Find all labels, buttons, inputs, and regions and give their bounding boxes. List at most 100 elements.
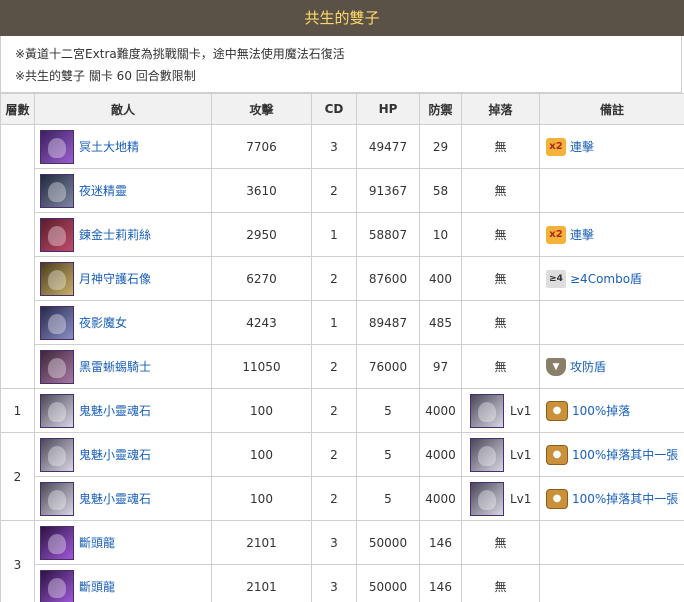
enemy-avatar[interactable]: [40, 481, 74, 516]
col-header-attack: 攻擊: [211, 93, 312, 125]
attack-cell: 11050: [211, 344, 312, 389]
enemy-cell[interactable]: 鬼魅小靈魂石: [34, 476, 212, 521]
enemy-avatar[interactable]: [40, 437, 74, 472]
col-header-floor: 層數: [0, 93, 35, 125]
page-title: 共生的雙子: [0, 0, 684, 36]
enemy-cell[interactable]: 夜影魔女: [34, 300, 212, 345]
defense-cell: 97: [419, 344, 462, 389]
enemy-avatar[interactable]: [40, 305, 74, 340]
cd-cell: 1: [311, 300, 357, 345]
cd-cell: 3: [311, 124, 357, 169]
drop-card-avatar[interactable]: [470, 437, 504, 472]
enemy-name-link[interactable]: 斷頭龍: [79, 534, 115, 551]
note-link[interactable]: 100%掉落: [572, 402, 630, 419]
note-cell[interactable]: ● 100%掉落其中一張: [539, 432, 684, 477]
note-cell[interactable]: ● 100%掉落其中一張: [539, 476, 684, 521]
enemy-name-link[interactable]: 斷頭龍: [79, 578, 115, 595]
table-row: 黑雷蜥蜴騎士 11050 2 76000 97 無 ▼ 攻防盾: [1, 344, 684, 389]
hp-cell: 50000: [356, 564, 420, 602]
drop-cell[interactable]: Lv1: [461, 432, 540, 477]
note-link[interactable]: ≥4Combo盾: [570, 270, 642, 287]
drop-cell[interactable]: Lv1: [461, 476, 540, 521]
col-header-drop: 掉落: [461, 93, 540, 125]
hp-cell: 5: [356, 432, 420, 477]
enemy-avatar[interactable]: [40, 129, 74, 164]
hp-cell: 58807: [356, 212, 420, 257]
defense-cell: 146: [419, 564, 462, 602]
notes-panel: ※黃道十二宮Extra難度為挑戰關卡，途中無法使用魔法石復活 ※共生的雙子 關卡…: [0, 36, 682, 93]
enemy-avatar[interactable]: [40, 173, 74, 208]
attack-cell: 7706: [211, 124, 312, 169]
drop-card-avatar[interactable]: [470, 481, 504, 516]
note-cell[interactable]: ▼ 攻防盾: [539, 344, 684, 389]
drop-cell: 無: [461, 256, 540, 301]
col-header-enemy: 敵人: [34, 93, 212, 125]
table-row: 夜影魔女 4243 1 89487 485 無: [1, 300, 684, 345]
enemy-name-link[interactable]: 鬼魅小靈魂石: [79, 402, 151, 419]
enemy-name-link[interactable]: 夜迷精靈: [79, 182, 127, 199]
enemy-cell[interactable]: 冥土大地精: [34, 124, 212, 169]
note-link[interactable]: 連擊: [570, 226, 594, 243]
table-row: 鍊金士莉莉絲 2950 1 58807 10 無 x2 連擊: [1, 212, 684, 257]
note-link[interactable]: 100%掉落其中一張: [572, 446, 678, 463]
enemy-cell[interactable]: 鬼魅小靈魂石: [34, 432, 212, 477]
drop-icon: ●: [546, 400, 568, 421]
defense-cell: 146: [419, 520, 462, 565]
enemy-avatar[interactable]: [40, 393, 74, 428]
table-body: 冥土大地精 7706 3 49477 29 無 x2 連擊 夜迷精靈 3610 2 91367 58 無鍊…: [0, 124, 684, 602]
enemy-cell[interactable]: 鬼魅小靈魂石: [34, 388, 212, 433]
enemy-cell[interactable]: 鍊金士莉莉絲: [34, 212, 212, 257]
note-link[interactable]: 100%掉落其中一張: [572, 490, 678, 507]
col-header-hp: HP: [356, 93, 420, 125]
enemy-name-link[interactable]: 鬼魅小靈魂石: [79, 446, 151, 463]
col-header-note: 備註: [539, 93, 684, 125]
enemy-name-link[interactable]: 鍊金士莉莉絲: [79, 226, 151, 243]
enemy-name-link[interactable]: 黑雷蜥蜴騎士: [79, 358, 151, 375]
enemy-name-link[interactable]: 鬼魅小靈魂石: [79, 490, 151, 507]
floor-cell: 3: [0, 520, 35, 602]
enemy-avatar[interactable]: [40, 569, 74, 602]
enemy-avatar[interactable]: [40, 217, 74, 252]
enemy-name-link[interactable]: 夜影魔女: [79, 314, 127, 331]
note-cell: [539, 300, 684, 345]
cd-cell: 3: [311, 520, 357, 565]
drop-card-avatar[interactable]: [470, 393, 504, 428]
floor-cell: 1: [0, 388, 35, 433]
table-row: 2 鬼魅小靈魂石 100 2 5 4000 Lv1 ● 100%掉落其中一張: [0, 432, 684, 521]
enemy-avatar[interactable]: [40, 261, 74, 296]
drop-cell: 無: [461, 168, 540, 213]
combo-x2-icon: x2: [546, 137, 566, 156]
enemy-cell[interactable]: 斷頭龍: [34, 564, 212, 602]
defense-cell: 4000: [419, 432, 462, 477]
note-link[interactable]: 連擊: [570, 138, 594, 155]
hp-cell: 5: [356, 388, 420, 433]
note-cell[interactable]: x2 連擊: [539, 212, 684, 257]
enemy-name-link[interactable]: 月神守護石像: [79, 270, 151, 287]
drop-cell: 無: [461, 564, 540, 602]
enemy-table: 層數 敵人 攻擊 CD HP 防禦 掉落 備註 冥土大地精 7706 3 49477 2…: [0, 93, 684, 602]
enemy-cell[interactable]: 夜迷精靈: [34, 168, 212, 213]
drop-cell[interactable]: Lv1: [461, 388, 540, 433]
floor-cell: [0, 124, 35, 389]
drop-cell: 無: [461, 520, 540, 565]
note-cell[interactable]: x2 連擊: [539, 124, 684, 169]
defense-cell: 4000: [419, 476, 462, 521]
note-link[interactable]: 攻防盾: [570, 358, 606, 375]
enemy-cell[interactable]: 斷頭龍: [34, 520, 212, 565]
attack-cell: 2950: [211, 212, 312, 257]
page: 共生的雙子 ※黃道十二宮Extra難度為挑戰關卡，途中無法使用魔法石復活 ※共生…: [0, 0, 684, 602]
attack-cell: 100: [211, 432, 312, 477]
note-cell[interactable]: ● 100%掉落: [539, 388, 684, 433]
note-cell[interactable]: ≥4 ≥4Combo盾: [539, 256, 684, 301]
drop-cell: 無: [461, 124, 540, 169]
enemy-avatar[interactable]: [40, 349, 74, 384]
attack-cell: 6270: [211, 256, 312, 301]
enemy-cell[interactable]: 月神守護石像: [34, 256, 212, 301]
drop-level: Lv1: [510, 447, 532, 462]
table-row: 夜迷精靈 3610 2 91367 58 無: [1, 168, 684, 213]
enemy-name-link[interactable]: 冥土大地精: [79, 138, 139, 155]
enemy-avatar[interactable]: [40, 525, 74, 560]
enemy-cell[interactable]: 黑雷蜥蜴騎士: [34, 344, 212, 389]
drop-level: Lv1: [510, 403, 532, 418]
defense-cell: 29: [419, 124, 462, 169]
